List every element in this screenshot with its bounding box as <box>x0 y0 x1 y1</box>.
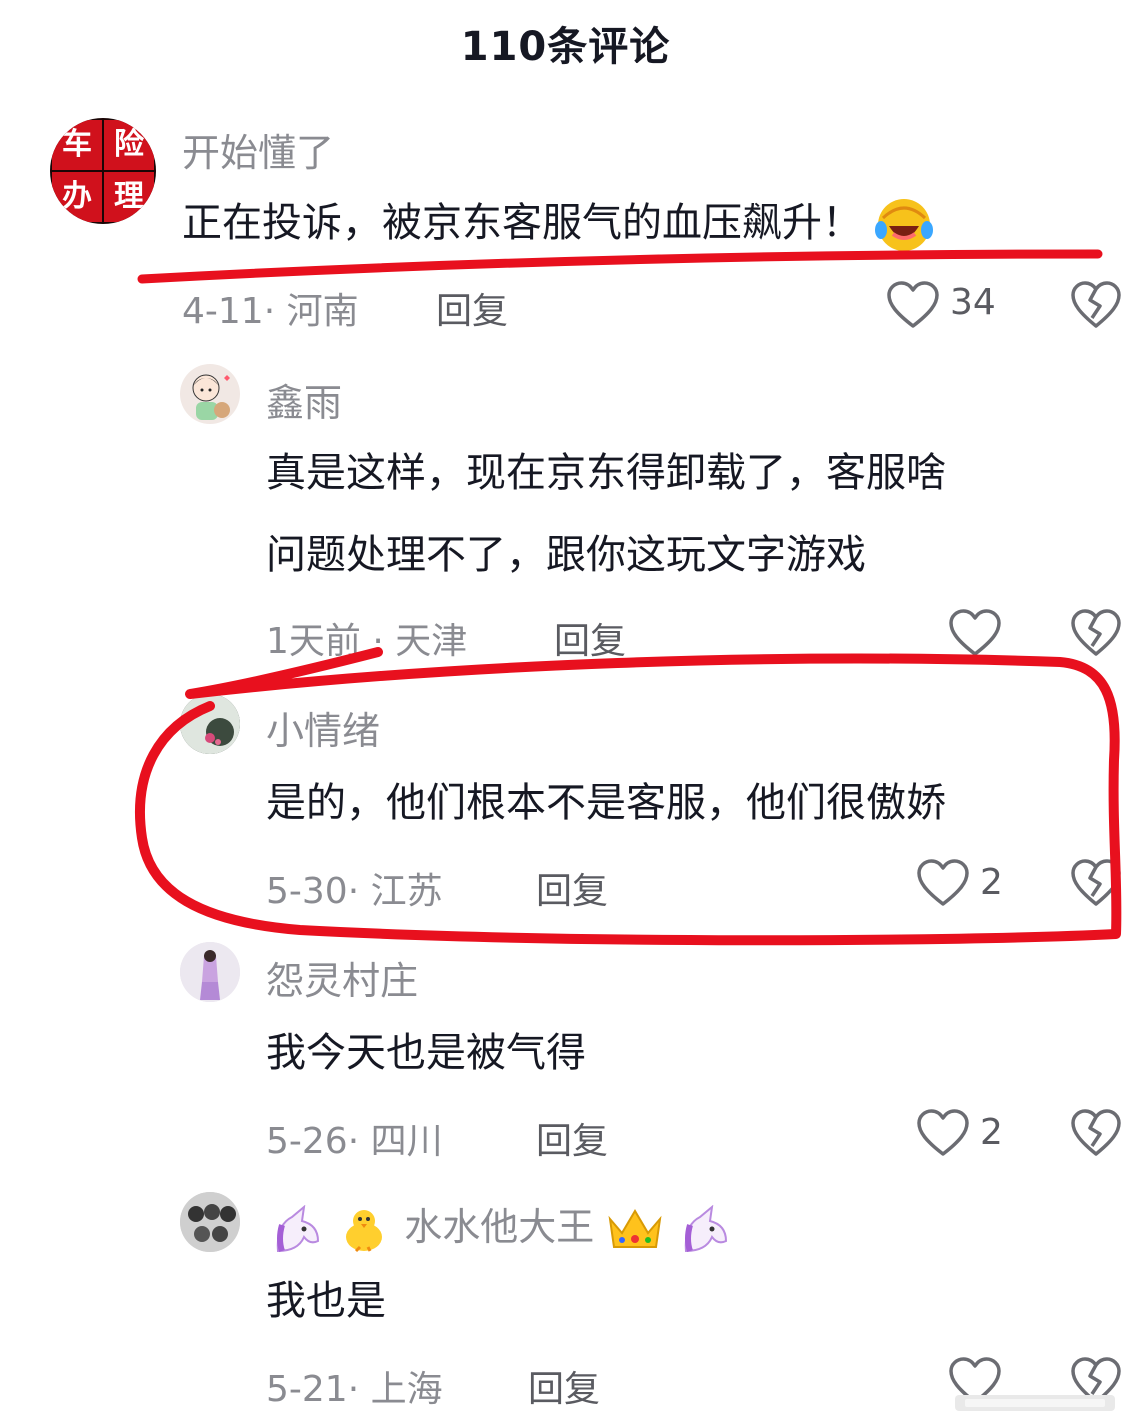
broken-heart-icon[interactable] <box>1070 608 1122 658</box>
avatar-photo <box>180 942 240 1002</box>
comment-text: 是的，他们根本不是客服，他们很傲娇 <box>266 780 946 826</box>
comment-date-location: 5-21· 上海 <box>266 1369 443 1410</box>
avatar-photo <box>180 1192 240 1252</box>
avatar-char: 办 <box>52 172 102 222</box>
avatar[interactable]: 车 险 办 理 <box>50 118 156 224</box>
reply-button[interactable]: 回复 <box>528 1360 600 1412</box>
chick-emoji <box>346 1209 383 1252</box>
avatar-char: 理 <box>104 172 154 222</box>
crown-emoji <box>608 1208 662 1248</box>
heart-icon[interactable] <box>886 280 940 330</box>
avatar[interactable] <box>180 364 240 424</box>
like-count: 2 <box>980 1112 1003 1153</box>
comment-text-body: 正在投诉，被京东客服气的血压飙升！ <box>182 200 862 246</box>
comment-text: 我今天也是被气得 <box>266 1030 586 1076</box>
unicorn-emoji <box>276 1204 320 1252</box>
comment-date-location: 5-30· 江苏 <box>266 871 443 912</box>
heart-icon[interactable] <box>916 1108 970 1158</box>
avatar-illustration <box>192 374 230 420</box>
comment-author[interactable]: 怨灵村庄 <box>266 950 418 1005</box>
comments-count-title: 110条评论 <box>460 24 671 70</box>
heart-icon[interactable] <box>916 858 970 908</box>
comment-date-location: 4-11· 河南 <box>182 291 359 332</box>
avatar-photo <box>180 694 240 754</box>
like-count: 2 <box>980 862 1003 903</box>
broken-heart-icon[interactable] <box>1070 1108 1122 1158</box>
comment-author[interactable]: 开始懂了 <box>182 122 334 177</box>
avatar[interactable] <box>180 942 240 1002</box>
laughing-tears-emoji <box>874 199 933 251</box>
heart-icon[interactable] <box>948 608 1002 658</box>
broken-heart-icon[interactable] <box>1070 858 1122 908</box>
comment-text: 正在投诉，被京东客服气的血压飙升！ <box>182 182 933 264</box>
comment-text: 问题处理不了，跟你这玩文字游戏 <box>266 532 866 578</box>
comment-text: 我也是 <box>266 1278 386 1324</box>
reply-button[interactable]: 回复 <box>536 862 608 914</box>
avatar-char: 险 <box>104 120 154 170</box>
reply-button[interactable]: 回复 <box>436 282 508 334</box>
author-name-text: 水水他大王 <box>404 1205 595 1249</box>
reply-button[interactable]: 回复 <box>554 612 626 664</box>
avatar-char: 车 <box>52 120 102 170</box>
unicorn-emoji <box>685 1204 728 1252</box>
comment-date-location: 1天前 · 天津 <box>266 621 468 662</box>
like-count: 34 <box>950 282 996 323</box>
watermark-logo <box>955 1395 1115 1411</box>
comment-author[interactable]: 小情绪 <box>266 700 380 755</box>
reply-button[interactable]: 回复 <box>536 1112 608 1164</box>
comment-author[interactable]: 水水他大王 <box>268 1196 732 1255</box>
comment-author[interactable]: 鑫雨 <box>266 372 342 427</box>
broken-heart-icon[interactable] <box>1070 280 1122 330</box>
avatar[interactable] <box>180 694 240 754</box>
avatar[interactable] <box>180 1192 240 1252</box>
comment-text: 真是这样，现在京东得卸载了，客服啥 <box>266 450 946 496</box>
comment-date-location: 5-26· 四川 <box>266 1121 443 1162</box>
